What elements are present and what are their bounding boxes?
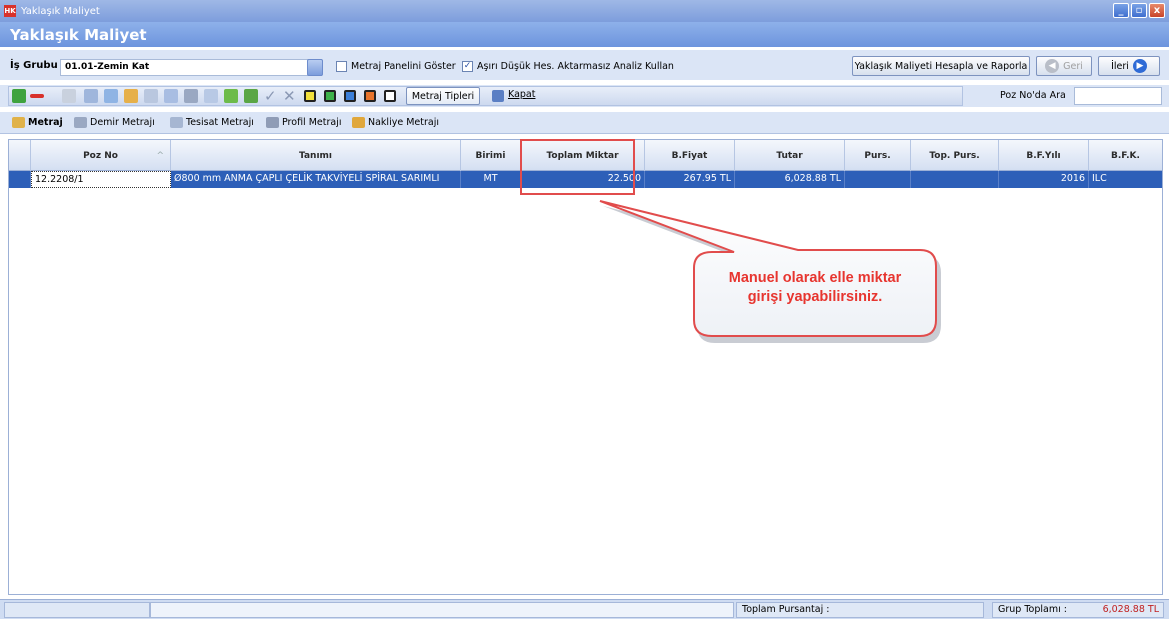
status-segment-2: [150, 602, 734, 618]
status-bar: Toplam Pursantaj : Grup Toplamı : 6,028.…: [0, 599, 1169, 619]
toplam-pursantaj-label: Toplam Pursantaj :: [742, 604, 830, 615]
grup-toplami-label: Grup Toplamı :: [998, 604, 1067, 615]
status-segment-1: [4, 602, 150, 618]
toplam-pursantaj: Toplam Pursantaj :: [736, 602, 984, 618]
grup-toplami-value: 6,028.88 TL: [1102, 604, 1159, 615]
callout-bubble: [599, 200, 941, 343]
callout-text: Manuel olarak elle miktar girişi yapabil…: [695, 269, 935, 307]
callout-line-2: girişi yapabilirsiniz.: [747, 289, 883, 305]
callout-line-1: Manuel olarak elle miktar: [728, 270, 902, 286]
grup-toplami: Grup Toplamı : 6,028.88 TL: [992, 602, 1164, 618]
